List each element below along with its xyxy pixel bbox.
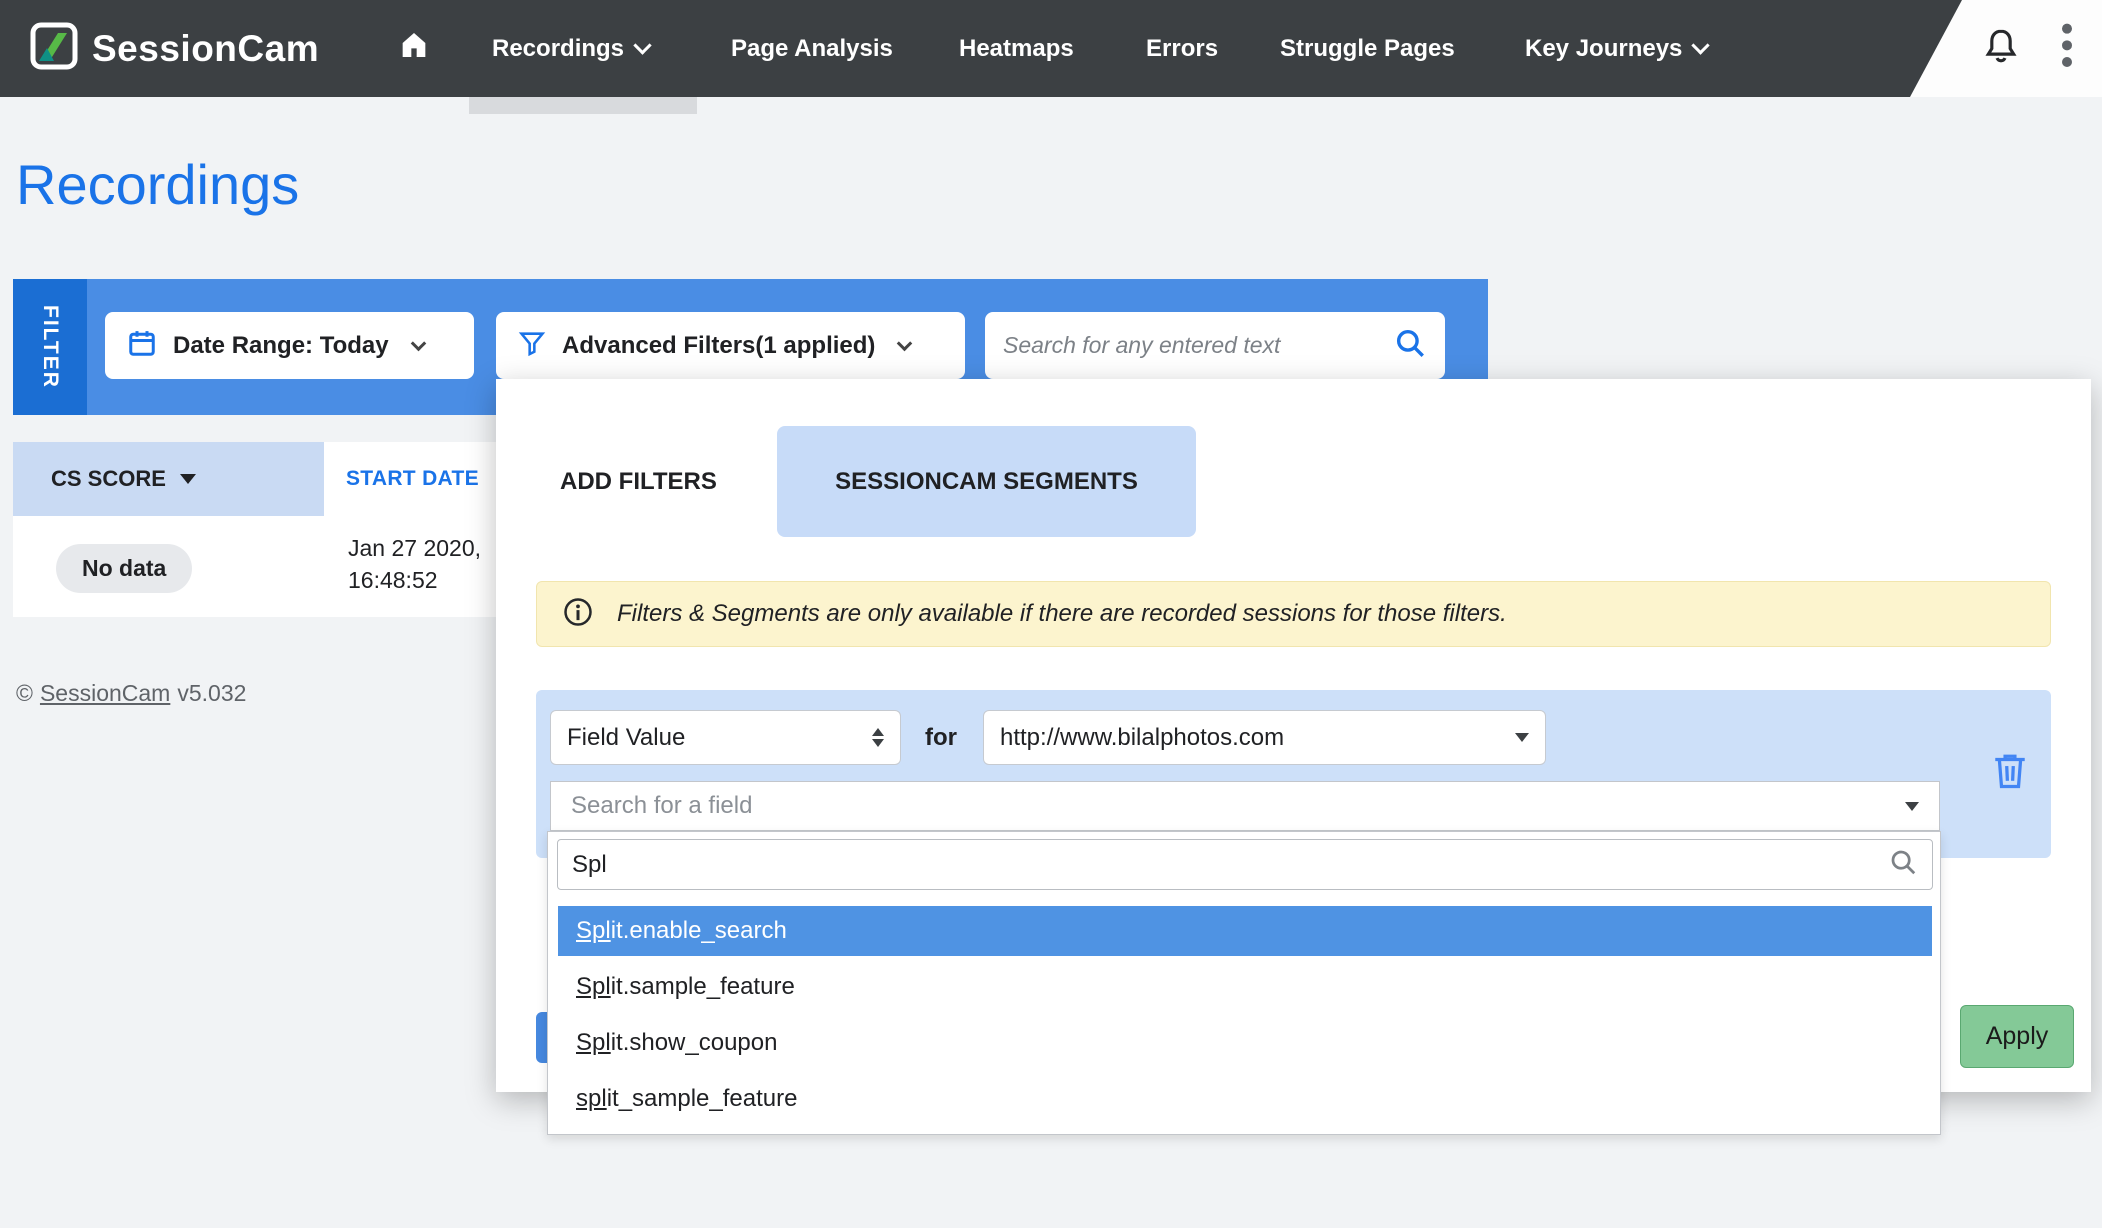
brand-logo[interactable]: SessionCam: [30, 0, 319, 97]
start-date-cell: Jan 27 2020, 16:48:52: [348, 532, 481, 596]
chevron-down-icon: [1515, 733, 1529, 742]
sort-descending-icon: [180, 474, 196, 484]
nav-key-journeys[interactable]: Key Journeys: [1525, 0, 1707, 97]
funnel-icon: [518, 329, 546, 362]
footer-copyright: © SessionCam v5.032: [16, 680, 246, 707]
nav-errors[interactable]: Errors: [1146, 0, 1218, 97]
home-icon: [398, 29, 430, 68]
tab-sessioncam-segments[interactable]: SESSIONCAM SEGMENTS: [777, 426, 1196, 537]
field-option[interactable]: Split.sample_feature: [558, 962, 1932, 1012]
field-filter-input[interactable]: [572, 851, 1888, 879]
filter-side-tab[interactable]: FILTER: [13, 279, 87, 415]
site-select[interactable]: http://www.bilalphotos.com: [983, 710, 1546, 765]
chevron-down-icon: [1692, 36, 1710, 54]
chevron-down-icon: [633, 36, 651, 54]
date-range-button[interactable]: Date Range: Today: [105, 312, 474, 379]
info-icon: [563, 597, 593, 632]
field-filter-search: [557, 839, 1933, 890]
session-search-input[interactable]: [1003, 332, 1393, 359]
page-title: Recordings: [16, 152, 299, 217]
field-option[interactable]: split_sample_feature: [558, 1074, 1932, 1124]
delete-filter-button[interactable]: [1992, 751, 2032, 795]
nav-struggle-pages[interactable]: Struggle Pages: [1280, 0, 1455, 97]
field-option[interactable]: Split.show_coupon: [558, 1018, 1932, 1068]
active-tab-indicator: [469, 97, 697, 114]
nav-page-analysis[interactable]: Page Analysis: [731, 0, 893, 97]
brand-name: SessionCam: [92, 28, 319, 70]
chevron-down-icon: [1905, 802, 1919, 811]
column-header-start-date[interactable]: START DATE: [324, 442, 496, 516]
search-icon: [1888, 847, 1918, 882]
chevron-down-icon: [897, 335, 913, 351]
field-type-select[interactable]: Field Value: [550, 710, 901, 765]
nav-corner-cutout: [1910, 0, 2102, 97]
session-search: [985, 312, 1445, 379]
field-option[interactable]: Split.enable_search: [558, 906, 1932, 956]
advanced-filters-button[interactable]: Advanced Filters(1 applied): [496, 312, 965, 379]
nav-home[interactable]: [398, 0, 430, 97]
nav-heatmaps[interactable]: Heatmaps: [959, 0, 1074, 97]
advanced-filters-panel: ADD FILTERS SESSIONCAM SEGMENTS Filters …: [496, 379, 2091, 1092]
field-search-combobox[interactable]: Search for a field: [550, 781, 1940, 831]
search-icon[interactable]: [1393, 326, 1427, 365]
sessioncam-logo-icon: [30, 22, 78, 75]
top-nav: SessionCam Recordings Page Analysis Heat…: [0, 0, 2102, 97]
notifications-bell-icon[interactable]: [1982, 26, 2020, 73]
for-label: for: [925, 710, 957, 765]
apply-button[interactable]: Apply: [1960, 1005, 2074, 1068]
cs-score-badge: No data: [56, 544, 192, 593]
info-banner: Filters & Segments are only available if…: [536, 581, 2051, 647]
up-down-arrows-icon: [872, 728, 884, 747]
column-header-cs-score[interactable]: CS SCORE: [13, 442, 324, 516]
tab-add-filters[interactable]: ADD FILTERS: [560, 426, 780, 537]
field-options-dropdown: Split.enable_search Split.sample_feature…: [547, 831, 1941, 1135]
footer-brand-link[interactable]: SessionCam: [40, 680, 170, 707]
overflow-menu-icon[interactable]: [2060, 22, 2074, 77]
table-row[interactable]: No data Jan 27 2020, 16:48:52: [13, 516, 496, 617]
chevron-down-icon: [410, 335, 426, 351]
nav-recordings[interactable]: Recordings: [492, 0, 649, 97]
calendar-icon: [127, 328, 157, 363]
field-option-list: Split.enable_search Split.sample_feature…: [558, 906, 1932, 1130]
